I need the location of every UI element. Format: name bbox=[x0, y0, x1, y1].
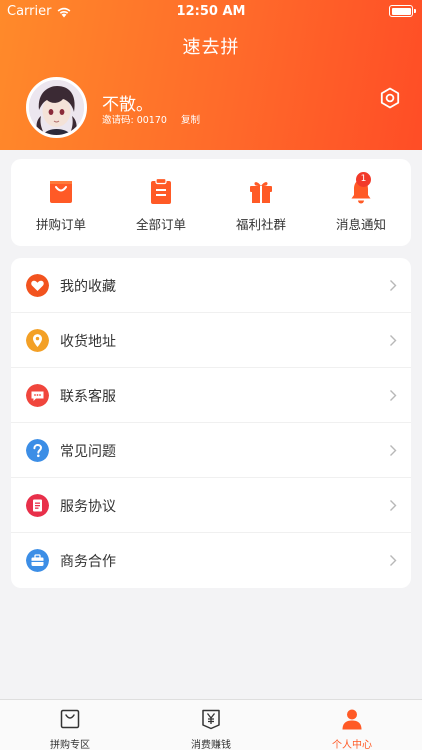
chat-icon bbox=[26, 384, 49, 407]
menu-label: 服务协议 bbox=[60, 499, 116, 515]
order-welfare[interactable]: 福利社群 bbox=[211, 159, 311, 246]
chevron-right-icon bbox=[390, 445, 397, 456]
notification-badge: 1 bbox=[356, 172, 371, 187]
clipboard-icon bbox=[151, 177, 171, 204]
bag-tab-icon bbox=[60, 709, 80, 729]
invite-code: 邀请码: 00170 bbox=[102, 115, 167, 126]
gift-icon bbox=[250, 182, 272, 203]
status-time: 12:50 AM bbox=[176, 4, 246, 19]
question-icon bbox=[26, 439, 49, 462]
shopping-bag-icon bbox=[50, 181, 72, 203]
copy-button[interactable]: 复制 bbox=[181, 112, 200, 126]
menu-service-agreement[interactable]: 服务协议 bbox=[11, 478, 411, 533]
chevron-right-icon bbox=[390, 555, 397, 566]
menu-business[interactable]: 商务合作 bbox=[11, 533, 411, 588]
menu-faq[interactable]: 常见问题 bbox=[11, 423, 411, 478]
menu-address[interactable]: 收货地址 bbox=[11, 313, 411, 368]
menu-label: 联系客服 bbox=[60, 389, 116, 405]
settings-icon[interactable] bbox=[378, 86, 402, 110]
invite-code-row: 邀请码: 00170 复制 bbox=[102, 112, 200, 126]
status-bar: Carrier 12:50 AM bbox=[0, 0, 422, 22]
chevron-right-icon bbox=[390, 390, 397, 401]
menu-card: 我的收藏 收货地址 联系客服 常见问题 服务协议 商务合作 bbox=[11, 258, 411, 588]
profile-header: Carrier 12:50 AM 速去拼 不散。 邀请码: 00170 复制 bbox=[0, 0, 422, 150]
menu-label: 常见问题 bbox=[60, 444, 116, 460]
orders-card: 拼购订单 全部订单 福利社群 消息通知 bbox=[11, 159, 411, 246]
order-shopping[interactable]: 拼购订单 bbox=[11, 159, 111, 246]
document-icon bbox=[26, 494, 49, 517]
person-tab-icon bbox=[342, 709, 362, 730]
menu-label: 商务合作 bbox=[60, 554, 116, 570]
menu-label: 我的收藏 bbox=[60, 279, 116, 295]
yen-tab-icon bbox=[202, 709, 220, 730]
avatar[interactable] bbox=[26, 77, 87, 138]
chevron-right-icon bbox=[390, 280, 397, 291]
heart-icon bbox=[26, 274, 49, 297]
chevron-right-icon bbox=[390, 335, 397, 346]
tab-bar: 拼购专区 消费赚钱 个人中心 bbox=[0, 699, 422, 750]
briefcase-icon bbox=[26, 549, 49, 572]
tab-profile[interactable]: 个人中心 bbox=[282, 700, 422, 750]
tab-group-buy[interactable]: 拼购专区 bbox=[0, 700, 140, 750]
tab-earn[interactable]: 消费赚钱 bbox=[141, 700, 281, 750]
battery-icon bbox=[389, 5, 416, 17]
page-title: 速去拼 bbox=[182, 37, 240, 58]
location-pin-icon bbox=[26, 329, 49, 352]
menu-customer-service[interactable]: 联系客服 bbox=[11, 368, 411, 423]
order-all[interactable]: 全部订单 bbox=[111, 159, 211, 246]
menu-label: 收货地址 bbox=[60, 334, 116, 350]
menu-favorites[interactable]: 我的收藏 bbox=[11, 258, 411, 313]
chevron-right-icon bbox=[390, 500, 397, 511]
